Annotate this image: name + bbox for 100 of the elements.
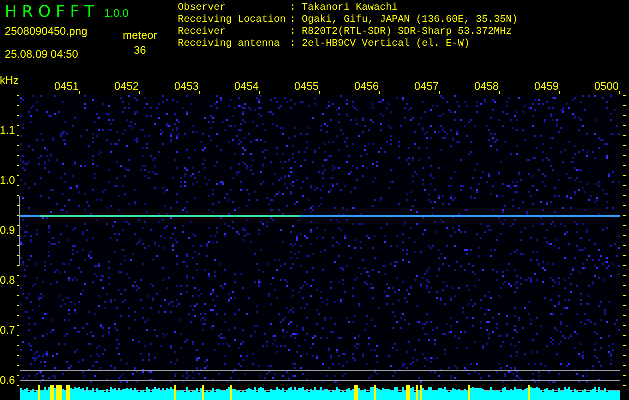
frequency-tick	[17, 165, 19, 166]
frequency-tick	[623, 245, 626, 246]
frequency-tick	[623, 145, 626, 146]
frequency-tick	[623, 355, 626, 356]
time-tick	[259, 91, 260, 94]
info-label: Observer	[178, 3, 228, 14]
frequency-tick	[623, 95, 626, 96]
frequency-tick	[623, 345, 626, 346]
frequency-tick	[623, 235, 626, 236]
time-tick	[79, 91, 80, 94]
frequency-tick	[17, 265, 19, 266]
timestamp: 25.08.09 04:50	[5, 48, 80, 62]
frequency-tick	[17, 375, 19, 376]
info-label: Receiver	[178, 27, 228, 38]
frequency-tick	[623, 185, 626, 186]
frequency-tick	[17, 255, 19, 256]
frequency-tick	[623, 215, 626, 216]
frequency-tick	[17, 385, 19, 386]
info-value: : 2el-HB9CV Vertical (el. E-W)	[290, 39, 470, 51]
frequency-tick	[17, 305, 19, 306]
frequency-tick	[623, 315, 626, 316]
info-value: : R820T2(RTL-SDR) SDR-Sharp 53.372MHz	[290, 27, 512, 38]
frequency-tick	[623, 285, 626, 286]
range-marker	[19, 196, 20, 266]
frequency-label: 0.8	[0, 275, 16, 287]
frequency-tick	[623, 365, 626, 366]
time-tick	[619, 91, 620, 94]
frequency-tick	[623, 295, 626, 296]
frequency-tick	[17, 275, 19, 276]
frequency-tick	[623, 385, 626, 386]
time-label: 0451	[54, 81, 79, 93]
frequency-tick	[17, 205, 19, 206]
info-value: : Takanori Kawachi	[290, 3, 398, 14]
frequency-tick	[623, 105, 626, 106]
frequency-tick	[17, 345, 19, 346]
frequency-tick	[17, 155, 19, 156]
time-tick	[379, 91, 380, 94]
frequency-tick	[17, 235, 19, 236]
frequency-tick	[17, 175, 19, 176]
time-label: 0454	[234, 81, 259, 93]
frequency-tick	[17, 315, 19, 316]
frequency-tick	[17, 135, 19, 136]
file-name: 2508090450.png	[5, 26, 89, 38]
frequency-label: 0.6	[0, 375, 16, 387]
frequency-tick	[17, 195, 19, 196]
axis-unit: kHz	[0, 75, 19, 87]
time-label: 0455	[294, 81, 319, 93]
time-label: 0459	[534, 81, 559, 93]
time-label: 0458	[474, 81, 499, 93]
frequency-tick	[623, 175, 626, 176]
frequency-tick	[623, 275, 626, 276]
frequency-tick	[17, 105, 19, 106]
frequency-label: 1.0	[0, 175, 16, 187]
info-value: : Ogaki, Gifu, JAPAN (136.60E, 35.35N)	[290, 15, 518, 26]
frequency-tick	[17, 335, 19, 336]
frequency-tick	[17, 115, 19, 116]
frequency-tick	[17, 245, 19, 246]
frequency-label: 0.9	[0, 225, 16, 237]
frequency-tick	[623, 305, 626, 306]
time-tick	[439, 91, 440, 94]
frequency-tick	[17, 95, 19, 96]
frequency-tick	[17, 285, 19, 286]
frequency-tick	[17, 355, 19, 356]
frequency-tick	[623, 325, 626, 326]
frequency-tick	[623, 375, 626, 376]
time-label: 0500	[594, 81, 619, 93]
time-tick	[199, 91, 200, 94]
app-version: 1.0.0	[104, 7, 129, 22]
frequency-label: 1.1	[0, 125, 16, 137]
frequency-tick	[623, 155, 626, 156]
frequency-tick	[17, 225, 19, 226]
frequency-tick	[623, 135, 626, 136]
frequency-tick	[623, 255, 626, 256]
frequency-tick	[623, 195, 626, 196]
frequency-tick	[17, 185, 19, 186]
time-tick	[139, 91, 140, 94]
info-label: Receiving Location	[178, 15, 288, 26]
time-tick	[319, 91, 320, 94]
frequency-tick	[623, 335, 626, 336]
frequency-tick	[623, 265, 626, 266]
frequency-tick	[17, 325, 19, 326]
time-label: 0452	[114, 81, 139, 93]
time-tick	[499, 91, 500, 94]
time-label: 0456	[354, 81, 379, 93]
frequency-tick	[17, 295, 19, 296]
frequency-label: 0.7	[0, 325, 16, 337]
frequency-tick	[17, 125, 19, 126]
time-label: 0457	[414, 81, 439, 93]
meteor-count: 36	[134, 44, 146, 58]
frequency-tick	[623, 125, 626, 126]
frequency-tick	[17, 215, 19, 216]
time-label: 0453	[174, 81, 199, 93]
frequency-tick	[17, 145, 19, 146]
frequency-tick	[623, 205, 626, 206]
frequency-tick	[17, 365, 19, 366]
frequency-tick	[623, 165, 626, 166]
frequency-tick	[623, 115, 626, 116]
app-title: H R O F F T	[5, 3, 94, 21]
time-tick	[559, 91, 560, 94]
info-label: Receiving antenna	[178, 39, 282, 51]
